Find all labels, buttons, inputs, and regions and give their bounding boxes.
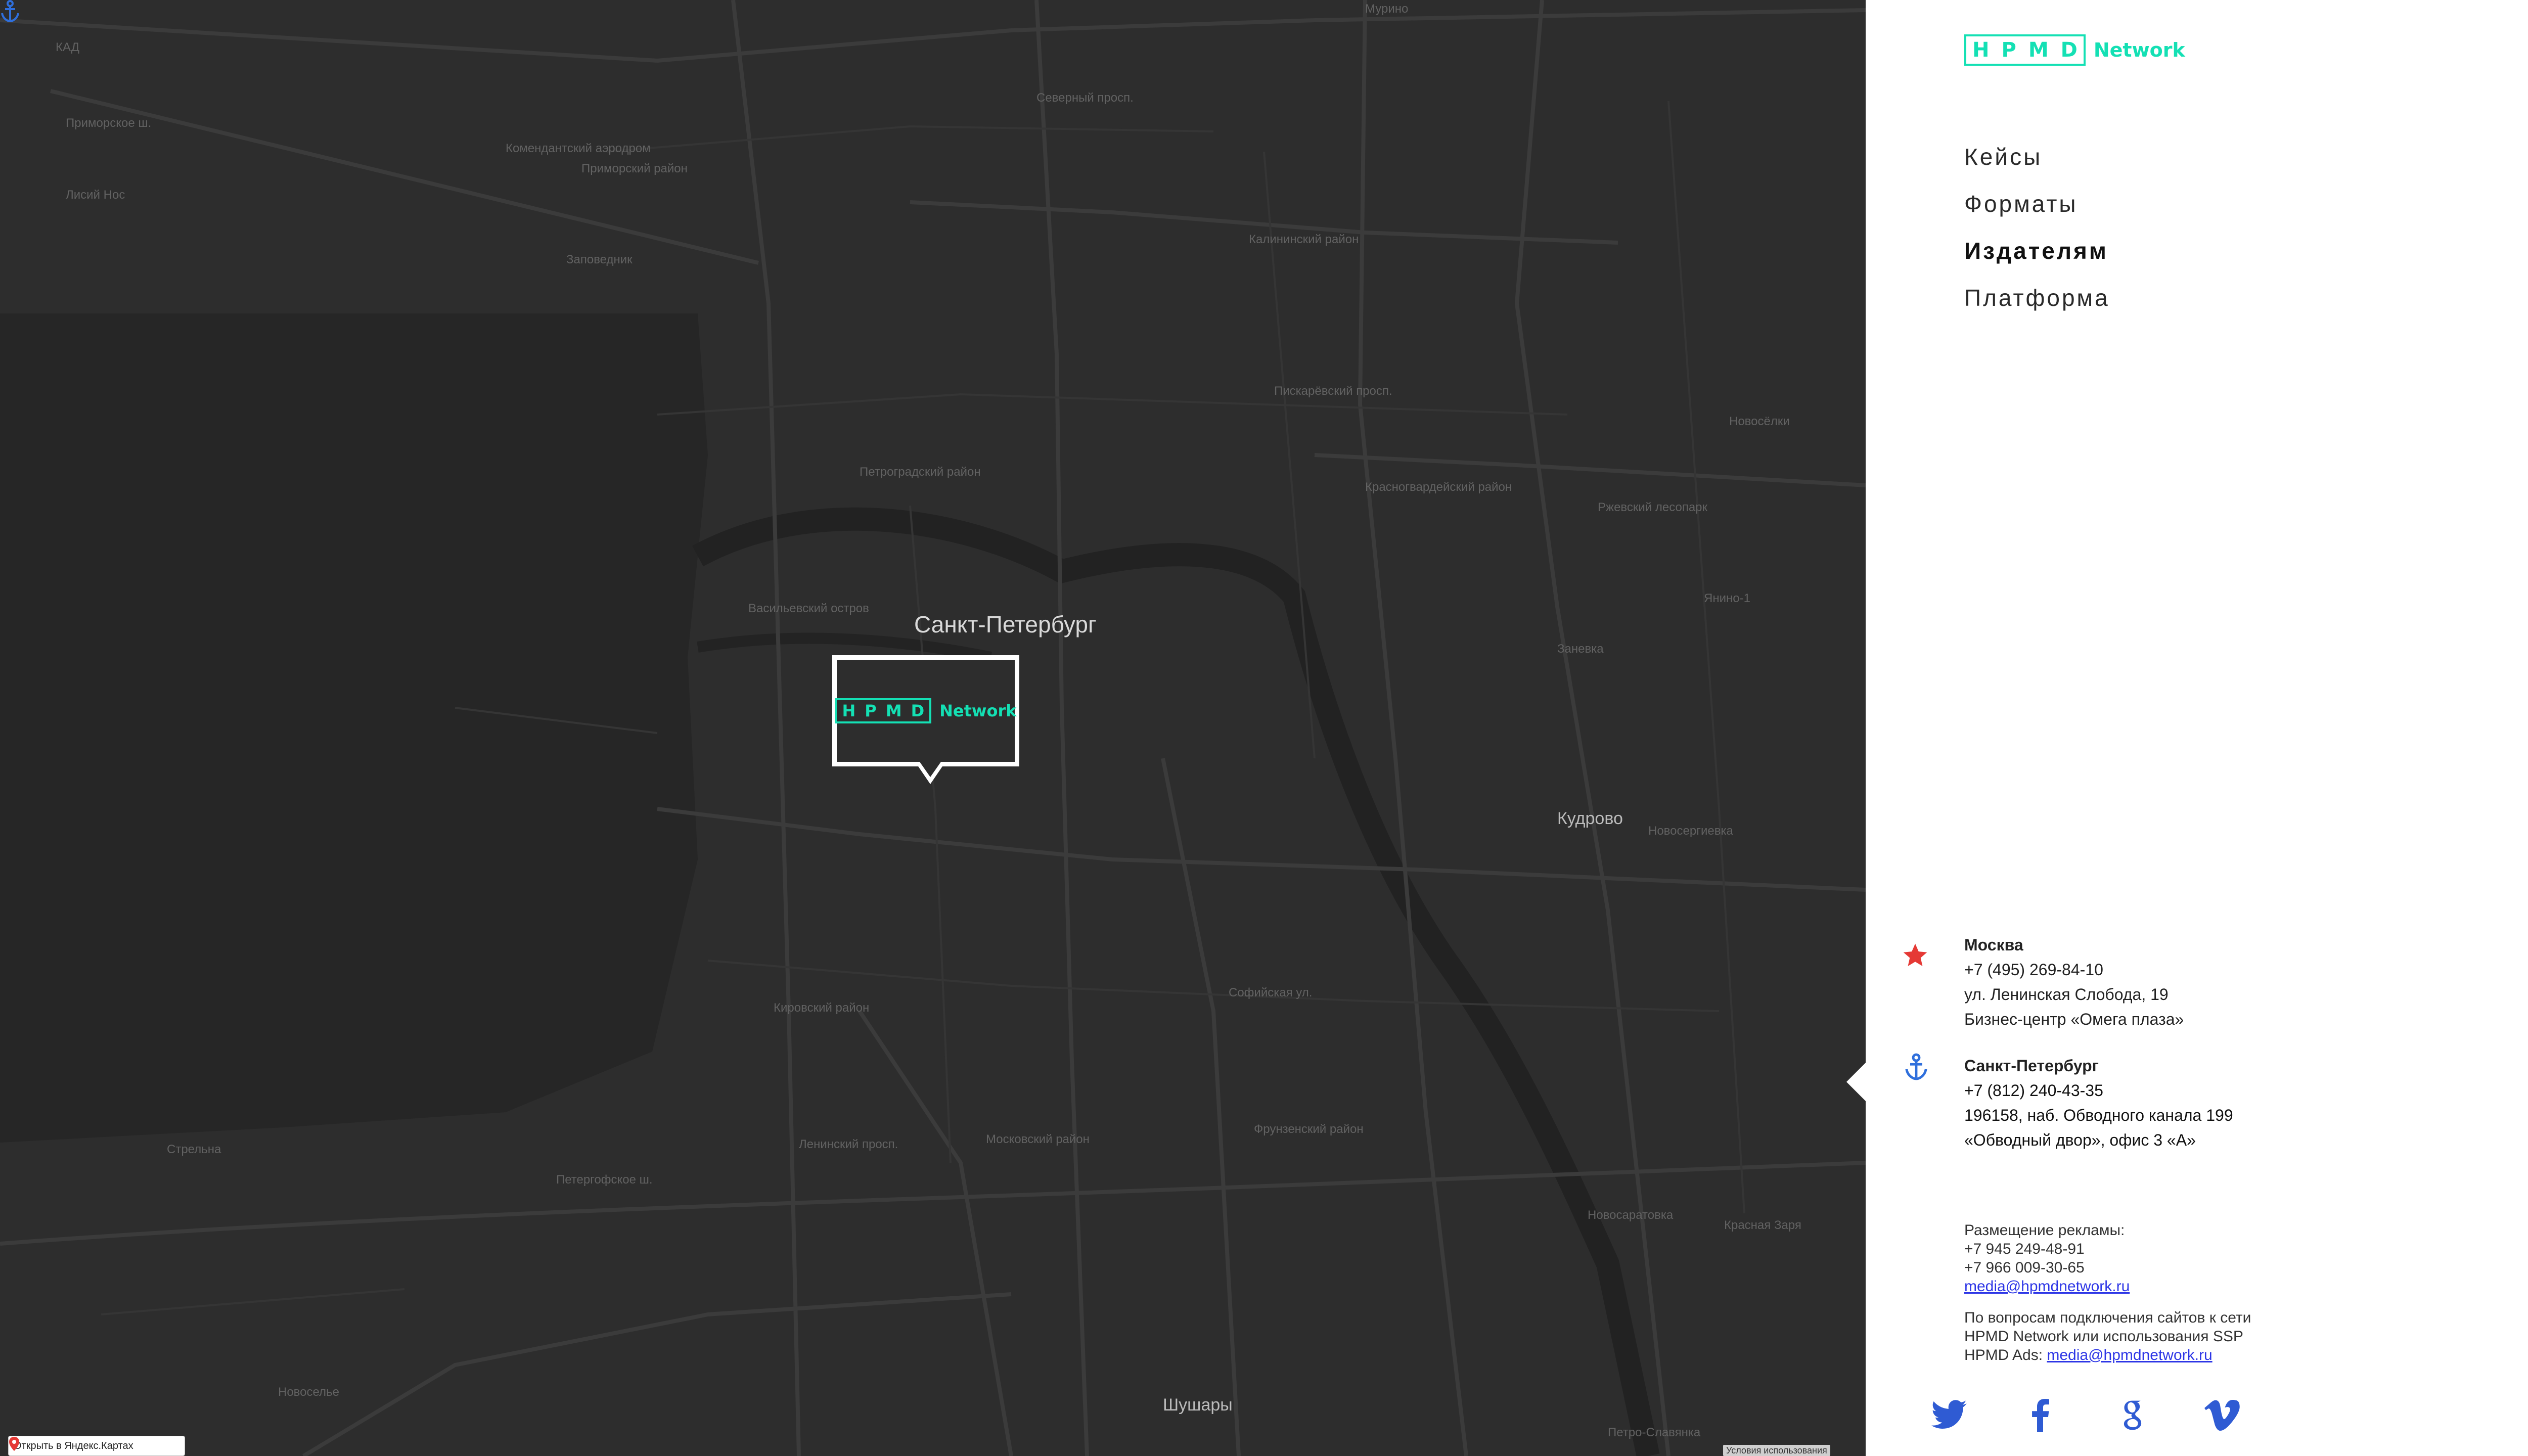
nav-item-cases[interactable]: Кейсы — [1964, 142, 2110, 189]
facebook-icon[interactable] — [2020, 1395, 2060, 1436]
ads-phone: +7 966 009-30-65 — [1964, 1259, 2085, 1276]
logo-word: Network — [2093, 39, 2185, 61]
map-popup[interactable]: H P M D Network — [832, 655, 1019, 784]
map-label: Заневка — [1557, 642, 1604, 656]
office-phone: +7 (495) 269-84-10 — [1964, 961, 2103, 979]
publisher-email-link[interactable]: media@hpmdnetwork.ru — [2047, 1347, 2212, 1363]
map-pin-icon — [9, 1437, 19, 1451]
map-label: Янино-1 — [1704, 592, 1750, 605]
map-label: Новосергиевка — [1648, 824, 1733, 838]
publisher-text: HPMD Network или использования SSP — [1964, 1328, 2243, 1345]
star-icon[interactable] — [1901, 941, 1929, 970]
map-label: Ленинский просп. — [799, 1138, 898, 1151]
logo-letter: H — [1972, 38, 1990, 62]
office-city: Санкт-Петербург — [1964, 1057, 2099, 1075]
map-label: Мурино — [1365, 2, 1409, 16]
office-address: 196158, наб. Обводного канала 199 — [1964, 1106, 2233, 1124]
terms-link[interactable]: Условия использования — [1723, 1445, 1830, 1456]
logo-letter: M — [2028, 38, 2049, 62]
ads-contacts: Размещение рекламы: +7 945 249-48-91 +7 … — [1964, 1221, 2130, 1296]
office-building: Бизнес-центр «Омега плаза» — [1964, 1010, 2184, 1028]
google-icon[interactable] — [2111, 1395, 2151, 1436]
map-label: Красная Заря — [1724, 1218, 1801, 1232]
logo-word: Network — [939, 701, 1017, 720]
nav-item-formats[interactable]: Форматы — [1964, 189, 2110, 236]
office-spb: Санкт-Петербург +7 (812) 240-43-35 19615… — [1964, 1054, 2233, 1153]
map-label: Васильевский остров — [748, 602, 869, 615]
ads-email-link[interactable]: media@hpmdnetwork.ru — [1964, 1278, 2130, 1295]
map-label: Новосаратовка — [1588, 1208, 1674, 1222]
map-label: Красногвардейский район — [1365, 480, 1512, 494]
ads-title: Размещение рекламы: — [1964, 1222, 2125, 1239]
logo-letter: P — [2001, 38, 2016, 62]
map[interactable]: Мурино КАД Приморское ш. Лисий Нос Примо… — [0, 0, 1866, 1456]
map-label: Пискарёвский просп. — [1274, 384, 1392, 398]
anchor-icon[interactable] — [1904, 1053, 1928, 1081]
nav-item-platform[interactable]: Платформа — [1964, 283, 2110, 330]
map-label: Лисий Нос — [66, 188, 125, 202]
office-moscow: Москва +7 (495) 269-84-10 ул. Ленинская … — [1964, 933, 2184, 1032]
office-building: «Обводный двор», офис 3 «А» — [1964, 1131, 2196, 1149]
sidebar: H P M D Network Кейсы Форматы Издателям … — [1866, 0, 2528, 1456]
logo-letter: D — [911, 701, 925, 720]
logo-letter: P — [865, 701, 877, 720]
publisher-contacts: По вопросам подключения сайтов к сети HP… — [1964, 1308, 2251, 1364]
map-label: Стрельна — [167, 1143, 221, 1156]
map-label: Петергофское ш. — [556, 1173, 653, 1187]
ads-phone: +7 945 249-48-91 — [1964, 1241, 2085, 1257]
header-logo[interactable]: H P M D Network — [1964, 34, 2185, 66]
map-label: Калининский район — [1249, 233, 1359, 246]
logo-letter: H — [842, 701, 856, 720]
logo-letter: M — [885, 701, 902, 720]
map-label: Заповедник — [566, 253, 633, 266]
office-city: Москва — [1964, 936, 2023, 954]
popup-tail-inner — [920, 762, 941, 777]
twitter-icon[interactable] — [1929, 1395, 1969, 1436]
map-label: Фрунзенский район — [1254, 1122, 1364, 1136]
office-address: ул. Ленинская Слобода, 19 — [1964, 985, 2169, 1004]
map-label: КАД — [56, 40, 80, 54]
publisher-text: По вопросам подключения сайтов к сети — [1964, 1309, 2251, 1326]
map-label: Комендантский аэродром — [506, 142, 651, 155]
map-label: Петро-Славянка — [1608, 1426, 1701, 1439]
map-label: Софийская ул. — [1229, 986, 1313, 999]
map-label: Новосёлки — [1729, 415, 1790, 428]
map-label: Северный просп. — [1036, 91, 1134, 105]
open-in-yandex-button[interactable]: Открыть в Яндекс.Картах — [8, 1436, 185, 1456]
map-label: Новоселье — [278, 1385, 339, 1399]
sidebar-pointer — [1846, 1063, 1866, 1101]
publisher-text: HPMD Ads: — [1964, 1347, 2047, 1363]
open-in-yandex-label: Открыть в Яндекс.Картах — [14, 1440, 133, 1451]
logo-letter: D — [2060, 38, 2078, 62]
map-label: Кудрово — [1557, 809, 1623, 828]
map-label: Приморский район — [581, 162, 688, 175]
anchor-marker-icon[interactable] — [0, 0, 20, 22]
office-phone: +7 (812) 240-43-35 — [1964, 1081, 2103, 1100]
map-label: Приморское ш. — [66, 116, 152, 130]
nav-item-publishers[interactable]: Издателям — [1964, 236, 2110, 283]
main-nav: Кейсы Форматы Издателям Платформа — [1964, 142, 2110, 330]
map-label: Петроградский район — [860, 465, 981, 479]
map-city-label: Санкт-Петербург — [914, 611, 1097, 638]
map-label: Шушары — [1163, 1395, 1233, 1415]
popup-logo: H P M D Network — [835, 698, 1017, 723]
vimeo-icon[interactable] — [2202, 1395, 2242, 1436]
map-label: Ржевский лесопарк — [1598, 500, 1708, 514]
map-label: Кировский район — [774, 1001, 870, 1015]
map-label: Московский район — [986, 1132, 1090, 1146]
